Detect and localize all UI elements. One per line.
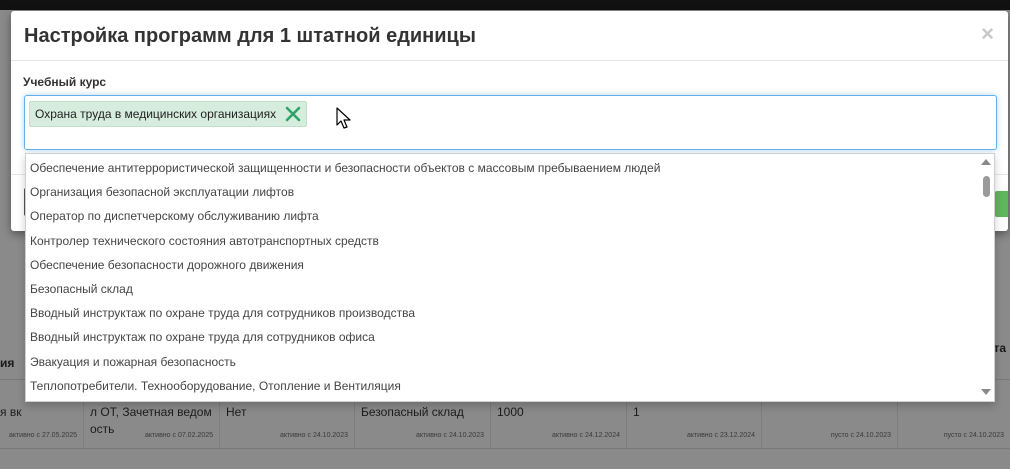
table-header-cell-right: та bbox=[993, 341, 1006, 355]
cell-text: Безопасный склад bbox=[361, 405, 464, 419]
cell-status: активно с 23.12.2024 bbox=[686, 432, 755, 439]
save-button[interactable] bbox=[994, 191, 1008, 217]
top-navbar bbox=[0, 0, 1010, 10]
modal-title: Настройка программ для 1 штатной единицы bbox=[24, 25, 476, 47]
cell-text: я вк bbox=[0, 405, 22, 419]
remove-chip-icon[interactable] bbox=[284, 105, 302, 123]
cell-status: активно с 07.02.2025 bbox=[144, 432, 213, 439]
course-field-label: Учебный курс bbox=[23, 75, 107, 89]
dropdown-option[interactable]: Эвакуация и пожарная безопасность bbox=[26, 350, 981, 374]
modal-header: Настройка программ для 1 штатной единицы… bbox=[11, 11, 1008, 61]
dropdown-options: Обеспечение антитеррористической защищен… bbox=[26, 154, 981, 398]
course-multiselect-input[interactable]: Охрана труда в медицинских организациях bbox=[24, 95, 997, 150]
cell-status: активно с 24.12.2024 bbox=[551, 432, 620, 439]
dropdown-option[interactable]: Безопасный склад bbox=[26, 277, 981, 301]
cell-status: пусто с 24.10.2023 bbox=[830, 432, 891, 439]
cell-text: 1 bbox=[633, 405, 640, 419]
cell-status: активно с 24.10.2023 bbox=[279, 432, 348, 439]
mouse-cursor-icon bbox=[336, 107, 351, 129]
dropdown-scrollbar[interactable] bbox=[979, 154, 994, 401]
cell-status: активно с 24.10.2023 bbox=[415, 432, 484, 439]
scroll-down-icon[interactable] bbox=[981, 389, 991, 395]
dropdown-option[interactable]: Теплопотребители. Технооборудование, Ото… bbox=[26, 374, 981, 398]
dropdown-option[interactable]: Обеспечение безопасности дорожного движе… bbox=[26, 253, 981, 277]
dropdown-option[interactable]: Вводный инструктаж по охране труда для с… bbox=[26, 325, 981, 349]
dropdown-option[interactable]: Организация безопасной эксплуатации лифт… bbox=[26, 180, 981, 204]
dropdown-option[interactable]: Обеспечение антитеррористической защищен… bbox=[26, 156, 981, 180]
selected-course-chip: Охрана труда в медицинских организациях bbox=[29, 101, 308, 127]
close-icon[interactable]: × bbox=[981, 23, 994, 45]
dropdown-option[interactable]: Оператор по диспетчерскому обслуживанию … bbox=[26, 204, 981, 228]
cell-text: Нет bbox=[226, 405, 247, 419]
course-dropdown-list[interactable]: Обеспечение антитеррористической защищен… bbox=[25, 153, 995, 402]
scroll-up-icon[interactable] bbox=[981, 159, 991, 165]
cell-status: активно с 27.05.2025 bbox=[8, 432, 77, 439]
scrollbar-thumb[interactable] bbox=[983, 176, 990, 197]
table-header-cell-left: ия bbox=[0, 356, 15, 370]
dropdown-option[interactable]: Вводный инструктаж по охране труда для с… bbox=[26, 301, 981, 325]
cell-text: 1000 bbox=[497, 405, 524, 419]
dropdown-option[interactable]: Контролер технического состояния автотра… bbox=[26, 229, 981, 253]
cell-status: пусто с 24.10.2023 bbox=[943, 432, 1004, 439]
chip-label: Охрана труда в медицинских организациях bbox=[35, 107, 277, 121]
